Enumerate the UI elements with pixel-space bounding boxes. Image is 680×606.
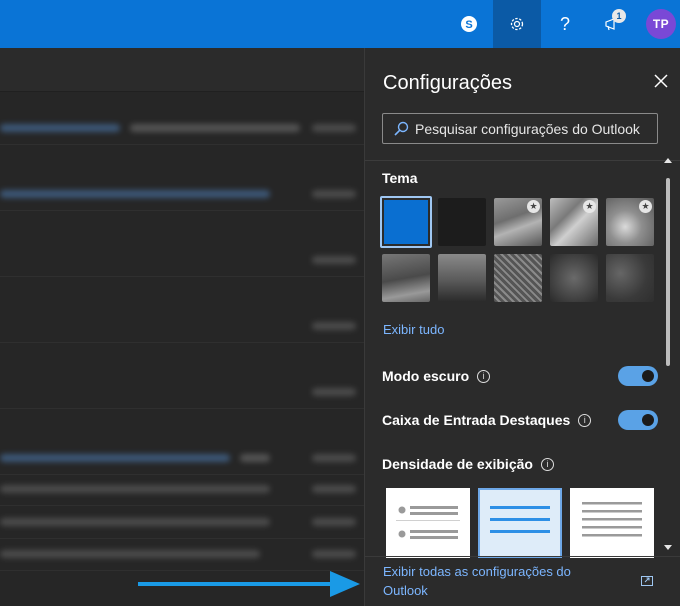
svg-text:S: S <box>465 19 472 31</box>
scroll-up-arrow[interactable] <box>664 158 672 163</box>
account-button[interactable]: TP <box>637 0 680 48</box>
blurred-text <box>0 550 260 558</box>
density-medium-preview <box>490 506 550 533</box>
view-all-themes-link[interactable]: Exibir tudo <box>383 322 444 337</box>
info-icon[interactable]: i <box>477 369 491 383</box>
notification-badge: 1 <box>612 9 626 23</box>
skype-icon: S <box>461 16 477 32</box>
gear-icon <box>510 17 524 31</box>
theme-tile-glow[interactable] <box>606 254 654 302</box>
blurred-date <box>312 256 356 264</box>
density-compact-preview <box>582 502 642 537</box>
view-all-settings-link[interactable]: Exibir todas as configurações do Outlook <box>383 562 603 600</box>
mail-row <box>0 310 364 343</box>
dark-mode-text: Modo escuro <box>382 368 470 384</box>
settings-button[interactable] <box>493 0 541 48</box>
scrollbar-thumb[interactable] <box>666 178 670 366</box>
annotation-arrow <box>138 571 360 597</box>
blurred-date <box>312 454 356 462</box>
blurred-date <box>312 388 356 396</box>
theme-tile-floral[interactable]: ★ <box>606 198 654 246</box>
density-option-full[interactable] <box>386 488 470 558</box>
skype-button[interactable]: S <box>445 0 493 48</box>
blurred-date <box>312 322 356 330</box>
mail-row <box>0 376 364 409</box>
mail-row <box>0 244 364 277</box>
mail-row <box>0 473 364 506</box>
blurred-text <box>0 190 270 198</box>
info-icon[interactable]: i <box>578 413 592 427</box>
density-option-medium[interactable] <box>478 488 562 558</box>
density-label: Densidade de exibição i <box>382 456 554 472</box>
help-icon: ? <box>559 13 570 34</box>
theme-tile-circuit[interactable] <box>494 254 542 302</box>
mail-row <box>0 178 364 211</box>
avatar: TP <box>646 9 676 39</box>
settings-panel: Configurações Pesquisar configurações do… <box>364 48 680 606</box>
info-icon[interactable]: i <box>540 457 554 471</box>
panel-title: Configurações <box>383 72 512 94</box>
scroll-down-arrow[interactable] <box>664 545 672 550</box>
dark-mode-label: Modo escuro i <box>382 368 491 384</box>
theme-tile-blue[interactable] <box>380 196 432 248</box>
theme-tile-palms[interactable] <box>438 254 486 302</box>
density-text: Densidade de exibição <box>382 456 533 472</box>
focused-inbox-text: Caixa de Entrada Destaques <box>382 412 571 428</box>
search-placeholder: Pesquisar configurações do Outlook <box>415 120 640 137</box>
mail-row <box>0 442 364 475</box>
search-icon <box>394 121 409 136</box>
footer-divider <box>365 556 680 557</box>
settings-search-input[interactable]: Pesquisar configurações do Outlook <box>382 113 658 144</box>
star-icon: ★ <box>639 200 652 213</box>
theme-tile-flag[interactable]: ★ <box>494 198 542 246</box>
theme-tile-black[interactable] <box>438 198 486 246</box>
blurred-text <box>0 454 230 462</box>
blurred-date <box>312 190 356 198</box>
blurred-date <box>312 550 356 558</box>
mail-list-header <box>0 48 364 92</box>
mail-row <box>0 506 364 539</box>
help-button[interactable]: ? <box>541 0 589 48</box>
focused-inbox-label: Caixa de Entrada Destaques i <box>382 412 592 428</box>
mail-list-blurred <box>0 48 364 606</box>
blurred-text <box>0 518 270 526</box>
focused-inbox-toggle[interactable] <box>618 410 658 430</box>
blurred-text <box>0 485 270 493</box>
blurred-date <box>312 124 356 132</box>
divider <box>365 160 680 161</box>
theme-label: Tema <box>382 170 418 186</box>
star-icon: ★ <box>583 200 596 213</box>
theme-tile-mountain[interactable] <box>382 254 430 302</box>
mail-row <box>0 112 364 145</box>
theme-tile-coin[interactable] <box>550 254 598 302</box>
close-icon[interactable] <box>653 73 669 89</box>
top-bar: S ? 1 TP <box>0 0 680 48</box>
blurred-text <box>130 124 300 132</box>
blurred-text <box>0 124 120 132</box>
toggle-knob <box>642 414 654 426</box>
blurred-date <box>312 485 356 493</box>
density-option-compact[interactable] <box>570 488 654 558</box>
whats-new-button[interactable]: 1 <box>589 0 637 48</box>
blurred-text <box>240 454 270 462</box>
dark-mode-toggle[interactable] <box>618 366 658 386</box>
star-icon: ★ <box>527 200 540 213</box>
density-full-preview <box>396 506 460 539</box>
theme-tile-flag-2[interactable]: ★ <box>550 198 598 246</box>
blurred-date <box>312 518 356 526</box>
popout-icon[interactable] <box>641 576 653 586</box>
toggle-knob <box>642 370 654 382</box>
